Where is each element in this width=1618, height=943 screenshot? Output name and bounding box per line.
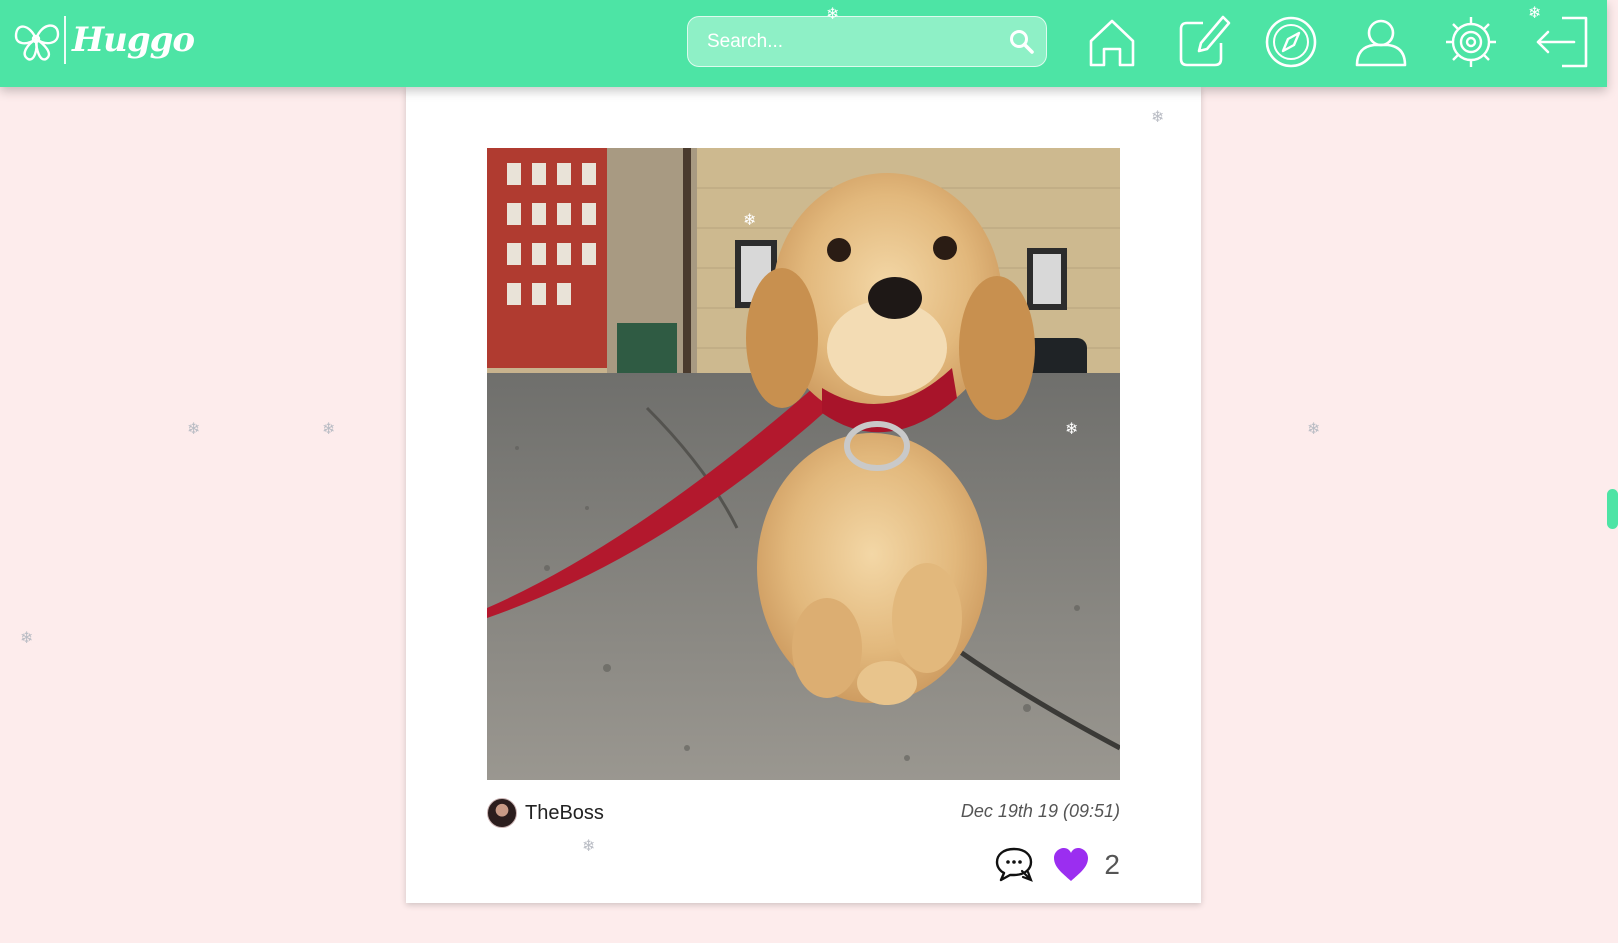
app-logo[interactable]: Huggo [12, 14, 195, 68]
logo-divider [64, 16, 66, 64]
top-navigation-bar: Huggo [0, 0, 1607, 87]
snowflake-icon: ❄ [1307, 419, 1321, 438]
scrollbar-thumb[interactable] [1607, 489, 1618, 529]
post-card: TheBoss Dec 19th 19 (09:51) 2 [406, 87, 1201, 903]
profile-icon[interactable] [1352, 13, 1410, 71]
snowflake-icon: ❄ [582, 836, 596, 855]
author-name[interactable]: TheBoss [525, 802, 604, 825]
puppy-photo-illustration [487, 148, 1120, 780]
settings-icon[interactable] [1442, 13, 1500, 71]
snowflake-icon: ❄ [1065, 419, 1079, 438]
snowflake-icon: ❄ [1528, 3, 1542, 22]
avatar[interactable] [487, 798, 517, 828]
post-timestamp: Dec 19th 19 (09:51) [960, 801, 1120, 821]
logo-text: Huggo [72, 20, 195, 60]
search-icon[interactable] [1008, 28, 1036, 56]
post-actions: 2 [994, 845, 1120, 885]
post-photo[interactable] [487, 148, 1120, 780]
search-input[interactable] [688, 17, 988, 66]
snowflake-icon: ❄ [322, 419, 336, 438]
scrollbar-track[interactable] [1607, 0, 1618, 943]
snowflake-icon: ❄ [187, 419, 201, 438]
snowflake-icon: ❄ [20, 628, 34, 647]
like-count: 2 [1104, 849, 1120, 880]
butterfly-logo-icon [14, 24, 60, 61]
edit-icon[interactable] [1173, 13, 1231, 71]
snowflake-icon: ❄ [1151, 107, 1165, 126]
post-author[interactable]: TheBoss [487, 797, 604, 829]
comment-icon[interactable] [994, 845, 1034, 885]
home-icon[interactable] [1083, 13, 1141, 71]
search-bar [687, 16, 1047, 67]
page: Huggo Search... TheBoss Dec 19th 19 (09:… [0, 0, 1618, 943]
heart-like-icon[interactable] [1052, 847, 1090, 883]
snowflake-icon: ❄ [743, 210, 757, 229]
snowflake-icon: ❄ [826, 4, 840, 23]
compass-icon[interactable] [1262, 13, 1320, 71]
